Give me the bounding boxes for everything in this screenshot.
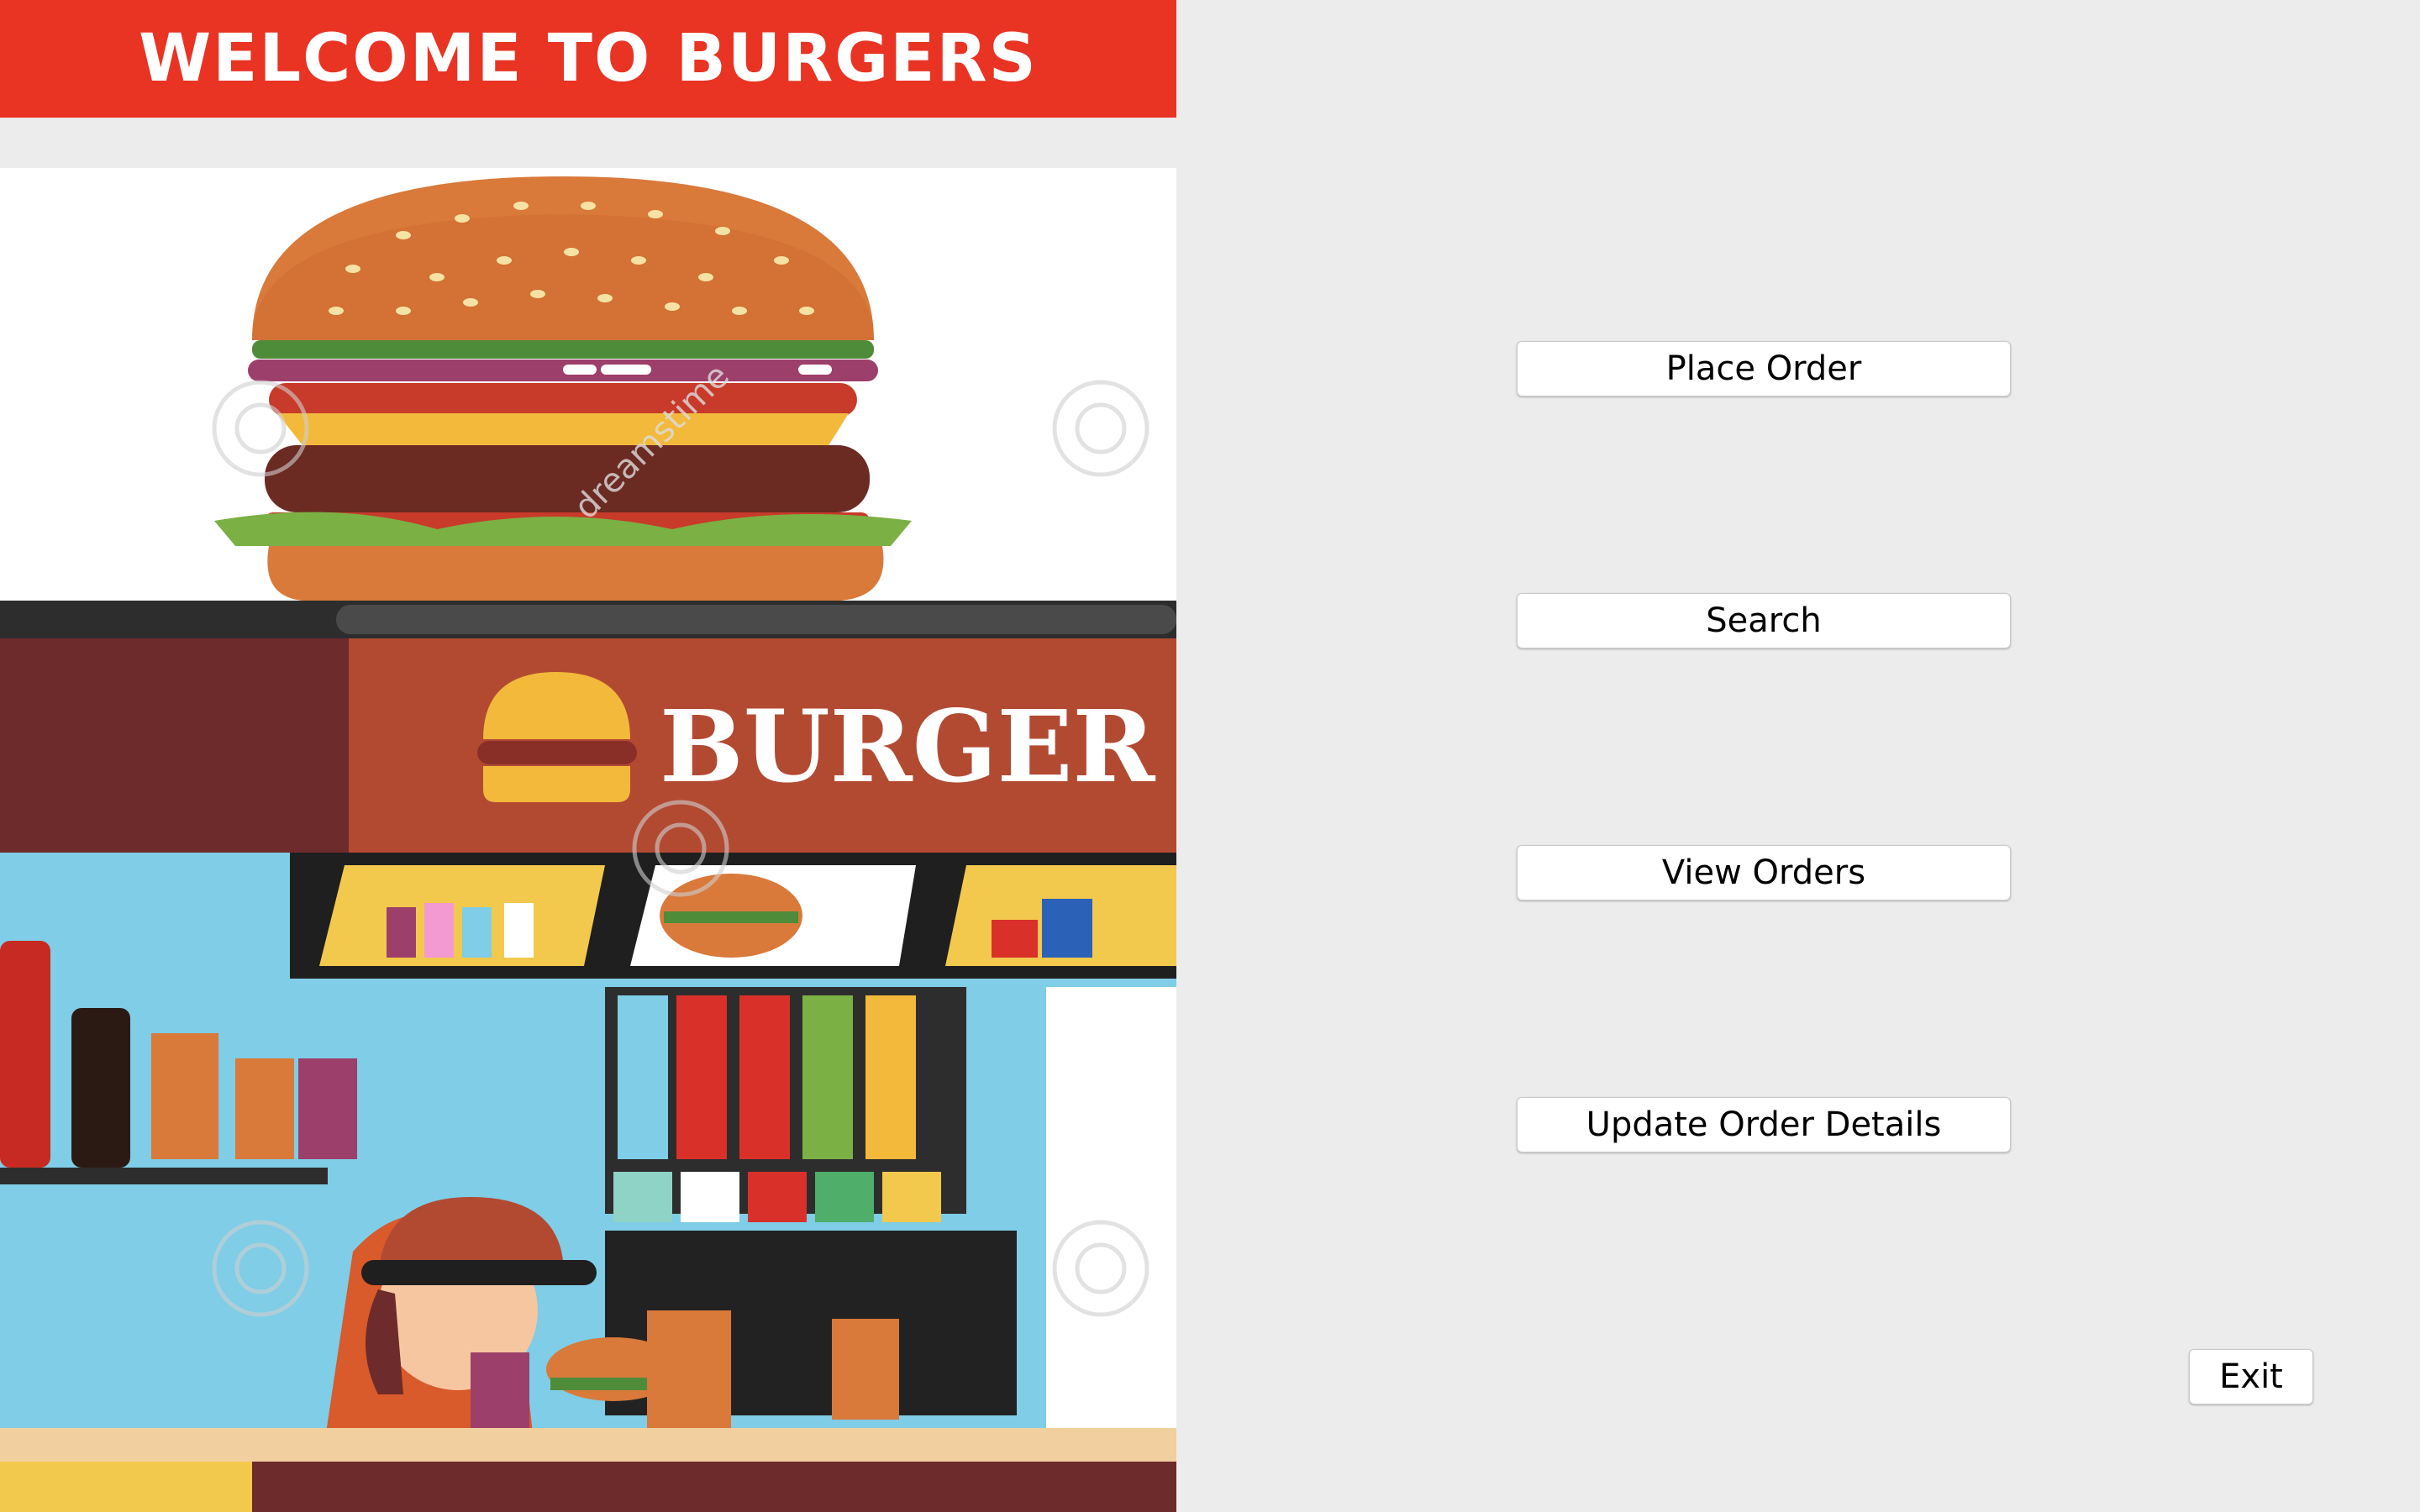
page-title: WELCOME TO BURGERS — [139, 21, 1038, 97]
title-banner: WELCOME TO BURGERS — [0, 0, 1176, 118]
place-order-button[interactable]: Place Order — [1517, 341, 2011, 396]
update-order-details-button[interactable]: Update Order Details — [1517, 1097, 2011, 1152]
burger-shop-illustration: BURGER dreamstime — [0, 168, 1176, 1512]
view-orders-button[interactable]: View Orders — [1517, 845, 2011, 900]
illustration-svg: BURGER dreamstime — [0, 176, 1176, 1512]
burger-graphic — [214, 176, 912, 601]
search-button[interactable]: Search — [1517, 593, 2011, 648]
sign-burger-icon — [477, 672, 637, 802]
exit-button[interactable]: Exit — [2189, 1349, 2313, 1404]
shop-sign-text: BURGER — [660, 688, 1155, 805]
